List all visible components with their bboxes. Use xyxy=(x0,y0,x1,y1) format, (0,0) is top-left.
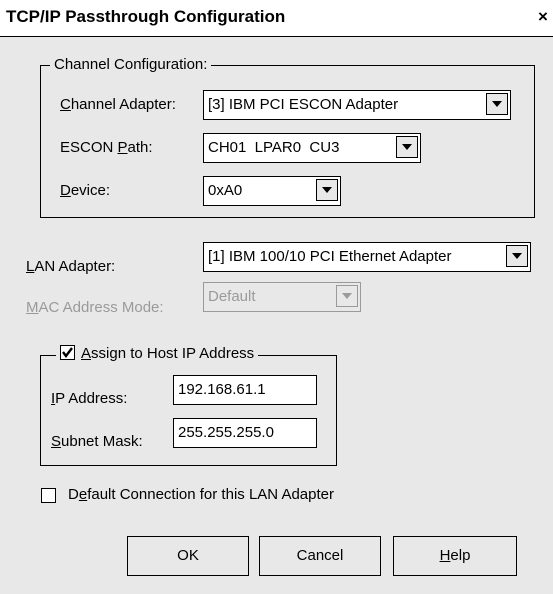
lan-adapter-label: LAN Adapter: xyxy=(26,258,116,275)
subnet-mask-input[interactable]: 255.255.255.0 xyxy=(173,418,317,448)
default-connection-checkbox[interactable] xyxy=(41,488,56,503)
mac-address-mode-select[interactable]: Default xyxy=(203,282,361,312)
device-select[interactable]: 0xA0 xyxy=(203,176,341,206)
ip-address-label: IP Address: xyxy=(51,390,128,407)
subnet-mask-label: Subnet Mask: xyxy=(51,433,143,450)
cancel-button[interactable]: Cancel xyxy=(259,536,381,576)
check-icon xyxy=(62,347,73,358)
device-label: Device: xyxy=(60,182,111,199)
channel-adapter-label: Channel Adapter: xyxy=(60,96,176,113)
mac-address-mode-value: Default xyxy=(208,288,256,305)
chevron-down-icon xyxy=(336,285,358,307)
escon-path-select[interactable]: CH01 LPAR0 CU3 xyxy=(203,133,421,163)
window-title: TCP/IP Passthrough Configuration xyxy=(6,7,286,26)
tcpip-passthrough-dialog: TCP/IP Passthrough Configuration × Chann… xyxy=(0,0,553,594)
chevron-down-icon[interactable] xyxy=(486,93,508,115)
default-connection-label[interactable]: Default Connection for this LAN Adapter xyxy=(68,486,334,503)
title-bar[interactable]: TCP/IP Passthrough Configuration × xyxy=(0,0,553,37)
dialog-client-area: Channel Configuration: Channel Adapter: … xyxy=(0,37,553,594)
assign-host-ip-checkbox[interactable] xyxy=(60,345,75,360)
ip-address-input[interactable]: 192.168.61.1 xyxy=(173,375,317,405)
channel-adapter-label-rest: hannel Adapter: xyxy=(70,96,176,113)
chevron-down-icon[interactable] xyxy=(396,136,418,158)
channel-adapter-select[interactable]: [3] IBM PCI ESCON Adapter xyxy=(203,90,511,120)
channel-adapter-value: [3] IBM PCI ESCON Adapter xyxy=(208,96,399,113)
device-value: 0xA0 xyxy=(208,182,243,199)
lan-adapter-select[interactable]: [1] IBM 100/10 PCI Ethernet Adapter xyxy=(203,242,531,272)
host-ip-legend: Assign to Host IP Address xyxy=(56,345,259,362)
ok-button[interactable]: OK xyxy=(127,536,249,576)
escon-path-label: ESCON Path: xyxy=(60,139,153,156)
chevron-down-icon[interactable] xyxy=(506,245,528,267)
help-button[interactable]: Help xyxy=(393,536,517,576)
lan-adapter-value: [1] IBM 100/10 PCI Ethernet Adapter xyxy=(208,248,452,265)
escon-path-value: CH01 LPAR0 CU3 xyxy=(208,139,340,156)
chevron-down-icon[interactable] xyxy=(316,179,338,201)
channel-configuration-legend: Channel Configuration: xyxy=(50,56,212,73)
close-button[interactable]: × xyxy=(533,6,553,28)
mac-address-mode-label: MAC Address Mode: xyxy=(26,299,164,316)
